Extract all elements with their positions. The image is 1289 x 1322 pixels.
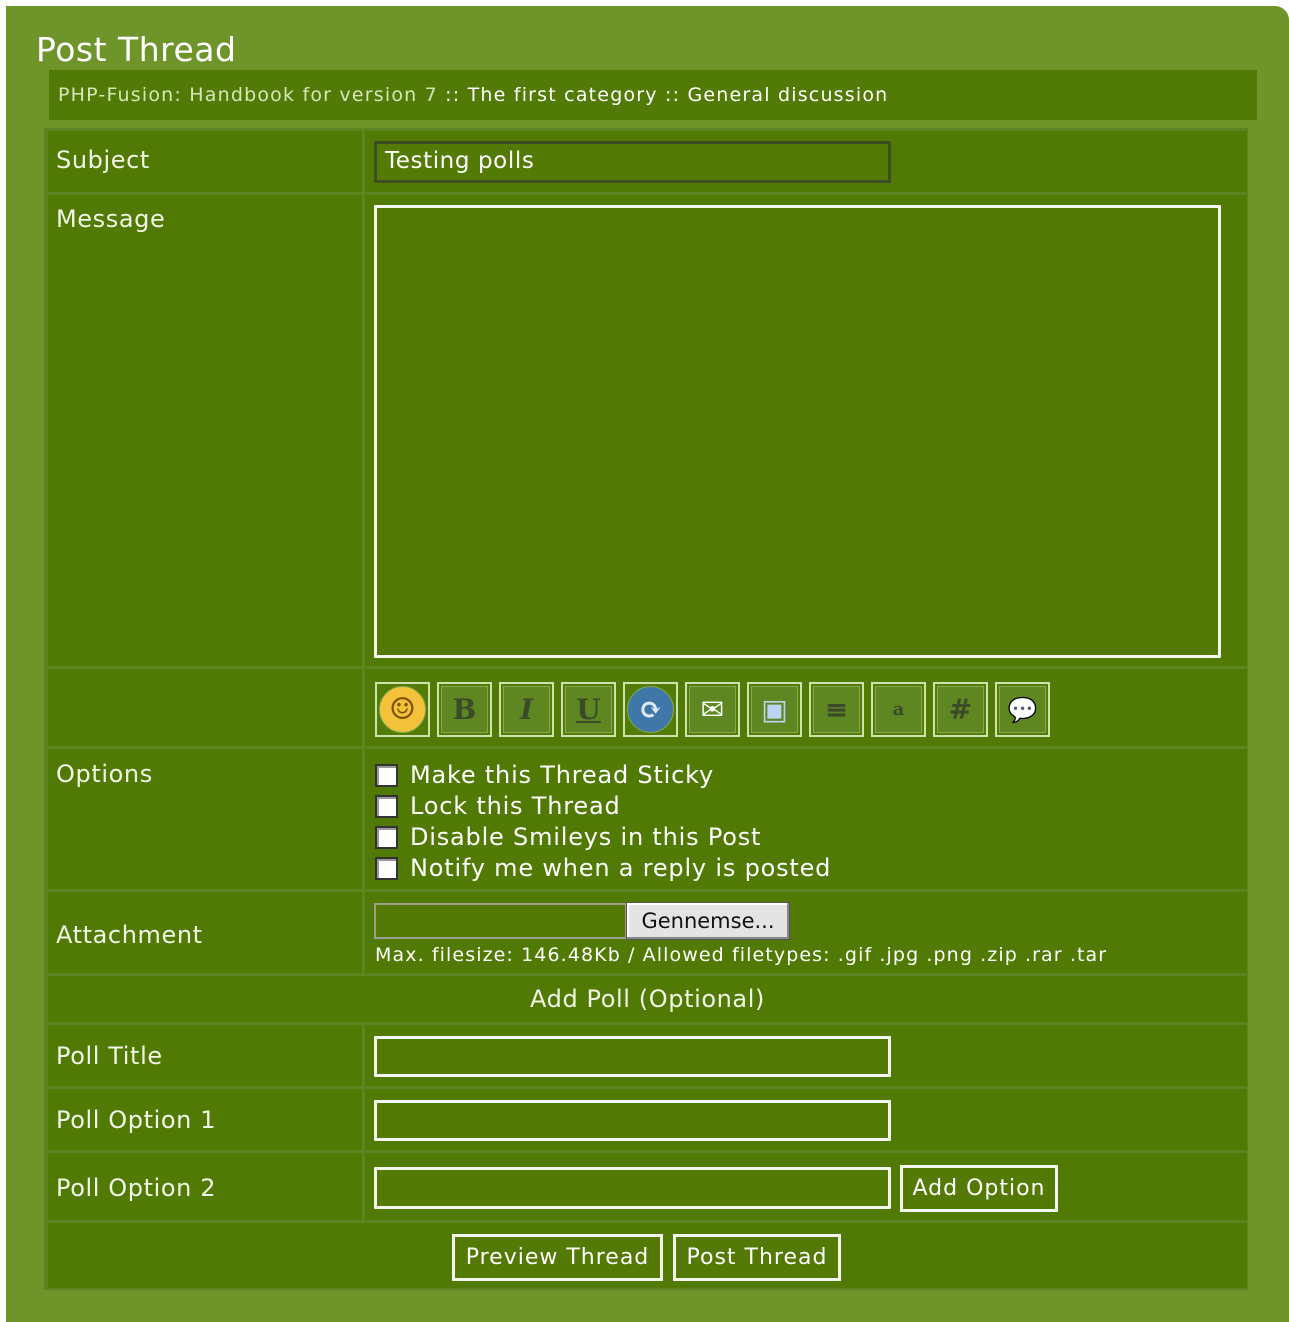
preview-thread-button[interactable]: Preview Thread: [452, 1234, 663, 1281]
poll-option1-input[interactable]: [374, 1100, 891, 1141]
option-label: Make this Thread Sticky: [410, 761, 714, 789]
toolbar-button[interactable]: I: [499, 682, 554, 737]
subject-label: Subject: [56, 146, 150, 174]
poll-option1-label-cell: Poll Option 1: [48, 1089, 362, 1150]
option-lock[interactable]: Lock this Thread: [375, 791, 621, 821]
message-label: Message: [56, 205, 166, 233]
code-icon: #: [937, 686, 984, 733]
file-path-input[interactable]: [374, 903, 627, 939]
options-label-cell: Options: [48, 749, 362, 889]
message-label-cell: Message: [48, 195, 362, 666]
quote-icon: 💬: [999, 686, 1046, 733]
poll-title-label: Poll Title: [56, 1042, 163, 1070]
toolbar-button[interactable]: ⟳: [623, 682, 678, 737]
option-label: Disable Smileys in this Post: [410, 823, 762, 851]
notify-checkbox[interactable]: [375, 856, 398, 880]
toolbar-cell: [365, 669, 1247, 746]
poll-option1-label: Poll Option 1: [56, 1106, 217, 1134]
small-text-icon: a: [875, 686, 922, 733]
option-notify[interactable]: Notify me when a reply is posted: [375, 853, 831, 883]
disable-smileys-checkbox[interactable]: [375, 825, 398, 849]
page-title: Post Thread: [36, 30, 237, 69]
toolbar-button[interactable]: 💬: [995, 682, 1050, 737]
toolbar-button[interactable]: ≡: [809, 682, 864, 737]
poll-option2-label-cell: Poll Option 2: [48, 1153, 362, 1220]
option-sticky[interactable]: Make this Thread Sticky: [375, 760, 714, 790]
toolbar-button[interactable]: #: [933, 682, 988, 737]
underline-icon: U: [565, 686, 612, 733]
toolbar-button[interactable]: B: [437, 682, 492, 737]
message-textarea[interactable]: [374, 205, 1221, 658]
breadcrumb-site[interactable]: PHP-Fusion: Handbook for version 7: [58, 84, 438, 106]
options-label: Options: [56, 760, 153, 788]
option-label: Notify me when a reply is posted: [410, 854, 832, 882]
toolbar-button[interactable]: ▣: [747, 682, 802, 737]
lock-checkbox[interactable]: [375, 794, 398, 818]
toolbar-button[interactable]: a: [871, 682, 926, 737]
attachment-label: Attachment: [56, 921, 203, 949]
image-icon: ▣: [751, 686, 798, 733]
italic-icon: I: [503, 686, 550, 733]
poll-option2-label: Poll Option 2: [56, 1174, 217, 1202]
option-disable-smileys[interactable]: Disable Smileys in this Post: [375, 822, 761, 852]
toolbar-button[interactable]: U: [561, 682, 616, 737]
poll-title-input[interactable]: [374, 1036, 891, 1077]
attachment-note: Max. filesize: 146.48Kb / Allowed filety…: [375, 944, 1108, 966]
sticky-checkbox[interactable]: [375, 763, 398, 787]
email-icon: ✉: [689, 686, 736, 733]
breadcrumb: PHP-Fusion: Handbook for version 7 :: Th…: [49, 70, 1257, 120]
poll-header-cell: Add Poll (Optional): [48, 976, 1247, 1022]
subject-input[interactable]: Testing polls: [374, 141, 891, 183]
add-option-button[interactable]: Add Option: [900, 1165, 1058, 1212]
breadcrumb-forum[interactable]: General discussion: [687, 84, 888, 106]
bold-icon: B: [441, 686, 488, 733]
align-icon: ≡: [813, 686, 860, 733]
breadcrumb-sep: ::: [437, 84, 468, 106]
poll-option2-input[interactable]: [374, 1167, 891, 1209]
toolbar-label-cell: [48, 669, 362, 746]
browse-button[interactable]: Gennemse...: [626, 902, 790, 940]
attachment-label-cell: Attachment: [48, 892, 362, 973]
post-thread-button[interactable]: Post Thread: [673, 1234, 841, 1281]
toolbar-button[interactable]: ☺: [375, 682, 430, 737]
breadcrumb-category[interactable]: The first category: [468, 84, 658, 106]
breadcrumb-sep: ::: [657, 84, 688, 106]
option-label: Lock this Thread: [410, 792, 621, 820]
subject-label-cell: Subject: [48, 131, 362, 192]
toolbar-button[interactable]: ✉: [685, 682, 740, 737]
smiley-icon: ☺: [379, 686, 426, 733]
poll-header: Add Poll (Optional): [530, 985, 765, 1013]
poll-title-label-cell: Poll Title: [48, 1025, 362, 1086]
link-icon: ⟳: [627, 686, 674, 733]
